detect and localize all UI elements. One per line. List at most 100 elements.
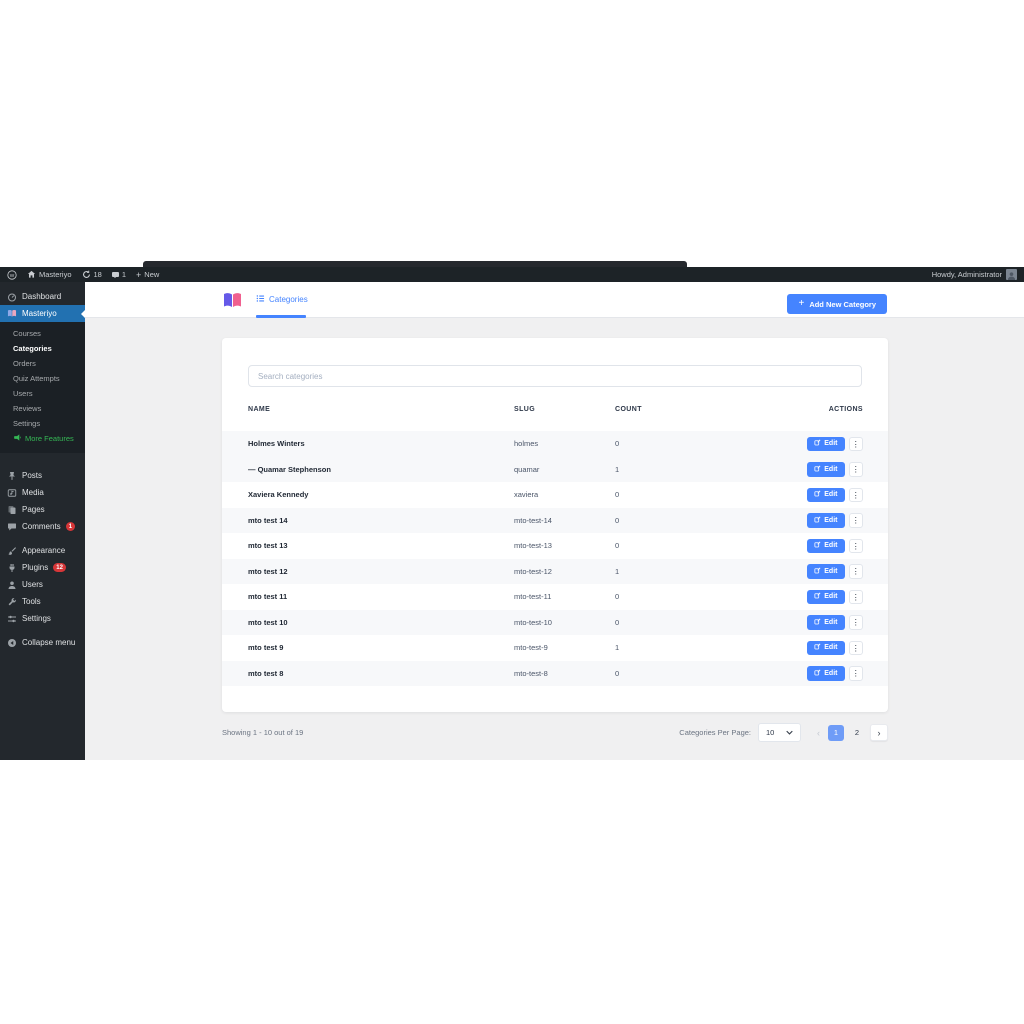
category-name[interactable]: Holmes Winters: [248, 439, 514, 448]
submenu-item-label: Settings: [13, 419, 41, 428]
edit-button[interactable]: Edit: [807, 589, 845, 604]
sidebar-item-users[interactable]: Users: [0, 576, 85, 593]
sidebar-item-appearance[interactable]: Appearance: [0, 542, 85, 559]
search-input[interactable]: [248, 365, 862, 387]
category-name[interactable]: mto test 14: [248, 516, 514, 525]
sidebar-item-dashboard[interactable]: Dashboard: [0, 288, 85, 305]
wordpress-logo-icon[interactable]: W: [7, 269, 17, 280]
submenu-item-quiz-attempts[interactable]: Quiz Attempts: [0, 371, 85, 386]
edit-icon: [814, 592, 821, 601]
submenu-item-label: Courses: [13, 329, 41, 338]
edit-button[interactable]: Edit: [807, 615, 845, 630]
updates-menu[interactable]: 18: [82, 270, 102, 279]
edit-button-label: Edit: [824, 567, 838, 575]
kebab-menu-button[interactable]: ⋮: [848, 666, 863, 681]
table-row: mto test 13 mto-test-13 0 Edit ⋮: [222, 533, 888, 559]
submenu-item-reviews[interactable]: Reviews: [0, 401, 85, 416]
sidebar-item-label: Settings: [22, 614, 51, 623]
sidebar-item-pages[interactable]: Pages: [0, 501, 85, 518]
sidebar-item-settings[interactable]: Settings: [0, 610, 85, 627]
kebab-menu-button[interactable]: ⋮: [848, 487, 863, 502]
settings-icon: [7, 614, 17, 624]
tab-categories[interactable]: Categories: [256, 282, 308, 317]
row-actions: Edit ⋮: [765, 615, 863, 630]
category-name[interactable]: mto test 13: [248, 541, 514, 550]
kebab-menu-button[interactable]: ⋮: [848, 462, 863, 477]
home-icon: [27, 270, 36, 279]
pagination-page-1[interactable]: 1: [828, 724, 844, 741]
sidebar-item-media[interactable]: Media: [0, 484, 85, 501]
category-name[interactable]: mto test 9: [248, 643, 514, 652]
table-row: mto test 14 mto-test-14 0 Edit ⋮: [222, 507, 888, 533]
edit-icon: [814, 643, 821, 652]
submenu-item-users[interactable]: Users: [0, 386, 85, 401]
table-row: Xaviera Kennedy xaviera 0 Edit ⋮: [222, 482, 888, 508]
kebab-menu-button[interactable]: ⋮: [848, 615, 863, 630]
edit-button[interactable]: Edit: [807, 462, 845, 477]
edit-button[interactable]: Edit: [807, 564, 845, 579]
account-menu[interactable]: Howdy, Administrator: [932, 269, 1017, 280]
plugins-icon: [7, 563, 17, 573]
main-content: Categories + Add New Category NAME SLUG CO…: [85, 282, 1024, 760]
edit-button[interactable]: Edit: [807, 640, 845, 655]
table-header: NAME SLUG COUNT ACTIONS: [222, 387, 888, 431]
site-name-label: Masteriyo: [39, 270, 72, 279]
site-name-menu[interactable]: Masteriyo: [27, 270, 72, 279]
edit-button[interactable]: Edit: [807, 538, 845, 553]
sidebar-item-collapse-menu[interactable]: Collapse menu: [0, 634, 85, 651]
sidebar-item-plugins[interactable]: Plugins 12: [0, 559, 85, 576]
column-header-count: COUNT: [615, 405, 642, 413]
submenu-item-settings[interactable]: Settings: [0, 416, 85, 431]
pagination-next-button[interactable]: ›: [870, 724, 888, 741]
category-name[interactable]: mto test 10: [248, 618, 514, 627]
submenu-item-categories[interactable]: Categories: [0, 341, 85, 356]
submenu-item-more-features[interactable]: More Features: [0, 431, 85, 446]
category-name[interactable]: mto test 11: [248, 592, 514, 601]
edit-button-label: Edit: [824, 491, 838, 499]
edit-button[interactable]: Edit: [807, 487, 845, 502]
kebab-menu-button[interactable]: ⋮: [848, 564, 863, 579]
plus-icon: +: [136, 269, 142, 280]
category-slug: holmes: [514, 439, 539, 449]
category-slug: mto-test-12: [514, 566, 552, 576]
sidebar-item-label: Pages: [22, 505, 45, 514]
posts-icon: [7, 471, 17, 481]
edit-button[interactable]: Edit: [807, 513, 845, 528]
edit-button[interactable]: Edit: [807, 436, 845, 451]
kebab-menu-button[interactable]: ⋮: [848, 589, 863, 604]
pagination-prev-button[interactable]: ‹: [814, 728, 823, 738]
submenu-item-courses[interactable]: Courses: [0, 326, 85, 341]
kebab-menu-button[interactable]: ⋮: [848, 436, 863, 451]
new-content-menu[interactable]: + New: [136, 270, 159, 280]
category-name[interactable]: — Quamar Stephenson: [248, 465, 514, 474]
sidebar-item-comments[interactable]: Comments 1: [0, 518, 85, 535]
edit-icon: [814, 541, 821, 550]
row-actions: Edit ⋮: [765, 436, 863, 451]
edit-button[interactable]: Edit: [807, 666, 845, 681]
category-count: 0: [615, 541, 620, 551]
screenshot-root: W Masteriyo 18 1 + New Howdy, Administra…: [0, 0, 1024, 1024]
comments-menu[interactable]: 1: [111, 270, 126, 279]
sidebar-item-posts[interactable]: Posts: [0, 467, 85, 484]
column-header-slug: SLUG: [514, 405, 536, 413]
kebab-menu-button[interactable]: ⋮: [848, 513, 863, 528]
kebab-menu-button[interactable]: ⋮: [848, 538, 863, 553]
category-name[interactable]: mto test 12: [248, 567, 514, 576]
tools-icon: [7, 597, 17, 607]
sidebar-item-tools[interactable]: Tools: [0, 593, 85, 610]
category-name[interactable]: mto test 8: [248, 669, 514, 678]
sidebar-item-label: Plugins: [22, 563, 49, 572]
kebab-menu-button[interactable]: ⋮: [848, 640, 863, 655]
category-slug: mto-test-13: [514, 541, 552, 551]
category-name[interactable]: Xaviera Kennedy: [248, 490, 514, 499]
submenu-item-orders[interactable]: Orders: [0, 356, 85, 371]
sidebar-item-masteriyo[interactable]: Masteriyo: [0, 305, 85, 322]
add-new-category-button[interactable]: + Add New Category: [787, 294, 887, 314]
row-actions: Edit ⋮: [765, 589, 863, 604]
category-slug: mto-test-8: [514, 668, 548, 678]
pagination-page-2[interactable]: 2: [849, 725, 865, 741]
per-page-select[interactable]: 10: [758, 723, 801, 742]
